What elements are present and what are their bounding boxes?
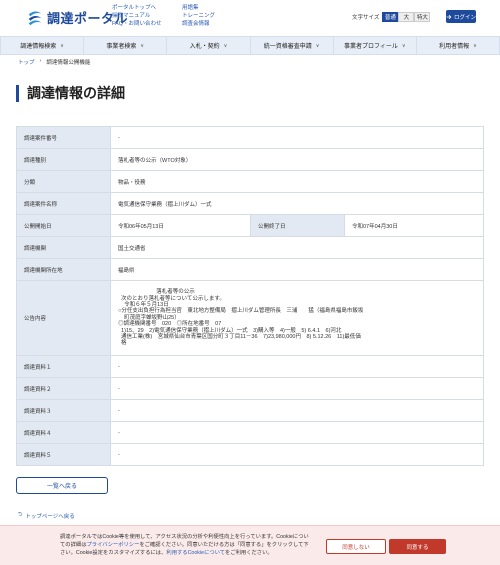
row-label: 分類 — [16, 170, 111, 193]
link-training[interactable]: トレーニング — [182, 13, 215, 20]
row-label: 調達資料５ — [16, 443, 111, 466]
table-row: 調達種別 落札者等の公示（WTO対象） — [16, 148, 484, 171]
row-value: - — [110, 355, 484, 378]
return-arrow-icon: ⮌ — [18, 512, 23, 518]
row-value: 令和07年04月30日 — [344, 214, 484, 237]
cookie-accept-button[interactable]: 同意する — [389, 539, 446, 554]
table-row: 公開開始日 令和06年05月13日 公開終了日 令和07年04月30日 — [16, 214, 484, 237]
breadcrumb: トップ › 調達情報公開機能 — [18, 58, 90, 66]
table-row: 調達案件番号 - — [16, 126, 484, 149]
nav-label: 統一資格審査申請 — [263, 44, 312, 50]
breadcrumb-home[interactable]: トップ — [18, 58, 35, 66]
font-size-large-button[interactable]: 大 — [398, 12, 415, 22]
back-to-list-button[interactable]: 一覧へ戻る — [16, 477, 108, 494]
row-label: 公告内容 — [16, 280, 111, 356]
site-header: 調達ポータル ポータルトップへ 操作マニュアル FAQ・お問い合わせ 用語集 ト… — [0, 0, 500, 36]
privacy-policy-link[interactable]: プライバシーポリシー — [87, 542, 140, 548]
font-size-normal-button[interactable]: 普通 — [382, 12, 399, 22]
nav-business-search[interactable]: 事業者検索 ∨ — [84, 37, 168, 54]
table-row: 調達機関 国土交通省 — [16, 236, 484, 259]
nav-label: 利用者情報 — [439, 44, 470, 50]
chevron-down-icon: ∨ — [223, 42, 228, 49]
breadcrumb-separator-icon: › — [39, 58, 42, 64]
chevron-down-icon: ∨ — [401, 42, 406, 49]
header-links-secondary: 用語集 トレーニング 調査会情報 — [182, 5, 215, 28]
login-icon — [446, 14, 452, 19]
main-nav: 調達情報検索 ∨ 事業者検索 ∨ 入札・契約 ∨ 統一資格審査申請 ∨ 事業者プロフィー… — [0, 36, 500, 55]
table-row: 調達案件名称 電気通信保守業務（摺上川ダム）一式 — [16, 192, 484, 215]
table-row: 公告内容 落札者等の公示 次のとおり落札者等について公示します。 令和６年５月1… — [16, 280, 484, 356]
row-value: - — [110, 126, 484, 149]
row-label: 調達案件番号 — [16, 126, 111, 149]
link-glossary[interactable]: 用語集 — [182, 5, 215, 12]
row-label: 調達機関 — [16, 236, 111, 259]
row-label: 公開開始日 — [16, 214, 111, 237]
chevron-down-icon: ∨ — [60, 42, 64, 49]
table-row: 調達機関所在地 福島県 — [16, 258, 484, 281]
login-label: ログイン — [454, 14, 477, 21]
row-label: 公開終了日 — [250, 214, 345, 237]
font-size-label: 文字サイズ — [352, 15, 380, 21]
nav-procurement-search[interactable]: 調達情報検索 ∨ — [0, 37, 85, 54]
row-label: 調達種別 — [16, 148, 111, 171]
nav-qualification[interactable]: 統一資格審査申請 ∨ — [251, 37, 334, 54]
table-row: 調達資料１ - — [16, 355, 484, 378]
nav-label: 入札・契約 — [189, 44, 220, 50]
row-label: 調達資料２ — [16, 377, 111, 400]
login-button[interactable]: ログイン — [446, 10, 476, 23]
row-label: 調達資料１ — [16, 355, 111, 378]
table-row: 調達資料４ - — [16, 421, 484, 444]
portal-logo-icon — [28, 10, 42, 25]
cookie-message: 調達ポータルではCookie等を使用して、アクセス状況の分析や利便性向上を行って… — [60, 534, 312, 557]
header-links-primary: ポータルトップへ 操作マニュアル FAQ・お問い合わせ — [112, 5, 162, 28]
nav-label: 調達情報検索 — [20, 44, 57, 50]
link-manual[interactable]: 操作マニュアル — [112, 13, 162, 20]
page-title: 調達情報の詳細 — [16, 85, 125, 102]
row-value: - — [110, 421, 484, 444]
font-size-xlarge-button[interactable]: 特大 — [414, 12, 431, 22]
row-label: 調達案件名称 — [16, 192, 111, 215]
link-council[interactable]: 調査会情報 — [182, 21, 215, 28]
chevron-down-icon: ∨ — [315, 42, 320, 49]
notice-content: 落札者等の公示 次のとおり落札者等について公示します。 令和６年５月13日 ○分… — [110, 280, 484, 356]
row-value: 電気通信保守業務（摺上川ダム）一式 — [110, 192, 484, 215]
back-to-top-label: トップページへ戻る — [25, 513, 75, 520]
row-value: - — [110, 377, 484, 400]
nav-user-info[interactable]: 利用者情報 ∨ — [417, 37, 500, 54]
link-faq[interactable]: FAQ・お問い合わせ — [112, 21, 162, 28]
nav-label: 事業者検索 — [106, 44, 137, 50]
back-to-top-link[interactable]: ⮌ トップページへ戻る — [18, 511, 75, 520]
nav-label: 事業者プロフィール — [343, 44, 398, 50]
procurement-detail-table: 調達案件番号 - 調達種別 落札者等の公示（WTO対象） 分類 物品・役務 調達… — [16, 126, 484, 466]
nav-business-profile[interactable]: 事業者プロフィール ∨ — [334, 37, 417, 54]
row-label: 調達機関所在地 — [16, 258, 111, 281]
row-value: 福島県 — [110, 258, 484, 281]
row-value: 令和06年05月13日 — [110, 214, 251, 237]
nav-bidding[interactable]: 入札・契約 ∨ — [167, 37, 251, 54]
table-row: 調達資料３ - — [16, 399, 484, 422]
row-value: 国土交通省 — [110, 236, 484, 259]
breadcrumb-current: 調達情報公開機能 — [46, 60, 91, 66]
chevron-down-icon: ∨ — [473, 42, 477, 49]
table-row: 調達資料２ - — [16, 377, 484, 400]
font-size-switcher: 文字サイズ 普通 大 特大 — [352, 12, 431, 22]
row-value: 落札者等の公示（WTO対象） — [110, 148, 484, 171]
row-label: 調達資料４ — [16, 421, 111, 444]
cookie-banner: 調達ポータルではCookie等を使用して、アクセス状況の分析や利便性向上を行って… — [0, 525, 500, 565]
row-label: 調達資料３ — [16, 399, 111, 422]
table-row: 調達資料５ - — [16, 443, 484, 466]
row-value: - — [110, 399, 484, 422]
table-row: 分類 物品・役務 — [16, 170, 484, 193]
cookie-settings-link[interactable]: 利用するCookieについて — [166, 550, 225, 556]
link-portal-top[interactable]: ポータルトップへ — [112, 5, 162, 12]
cookie-deny-button[interactable]: 同意しない — [326, 539, 386, 554]
chevron-down-icon: ∨ — [140, 42, 145, 49]
cookie-text-part: をご利用ください。 — [225, 549, 273, 556]
row-value: 物品・役務 — [110, 170, 484, 193]
row-value: - — [110, 443, 484, 466]
